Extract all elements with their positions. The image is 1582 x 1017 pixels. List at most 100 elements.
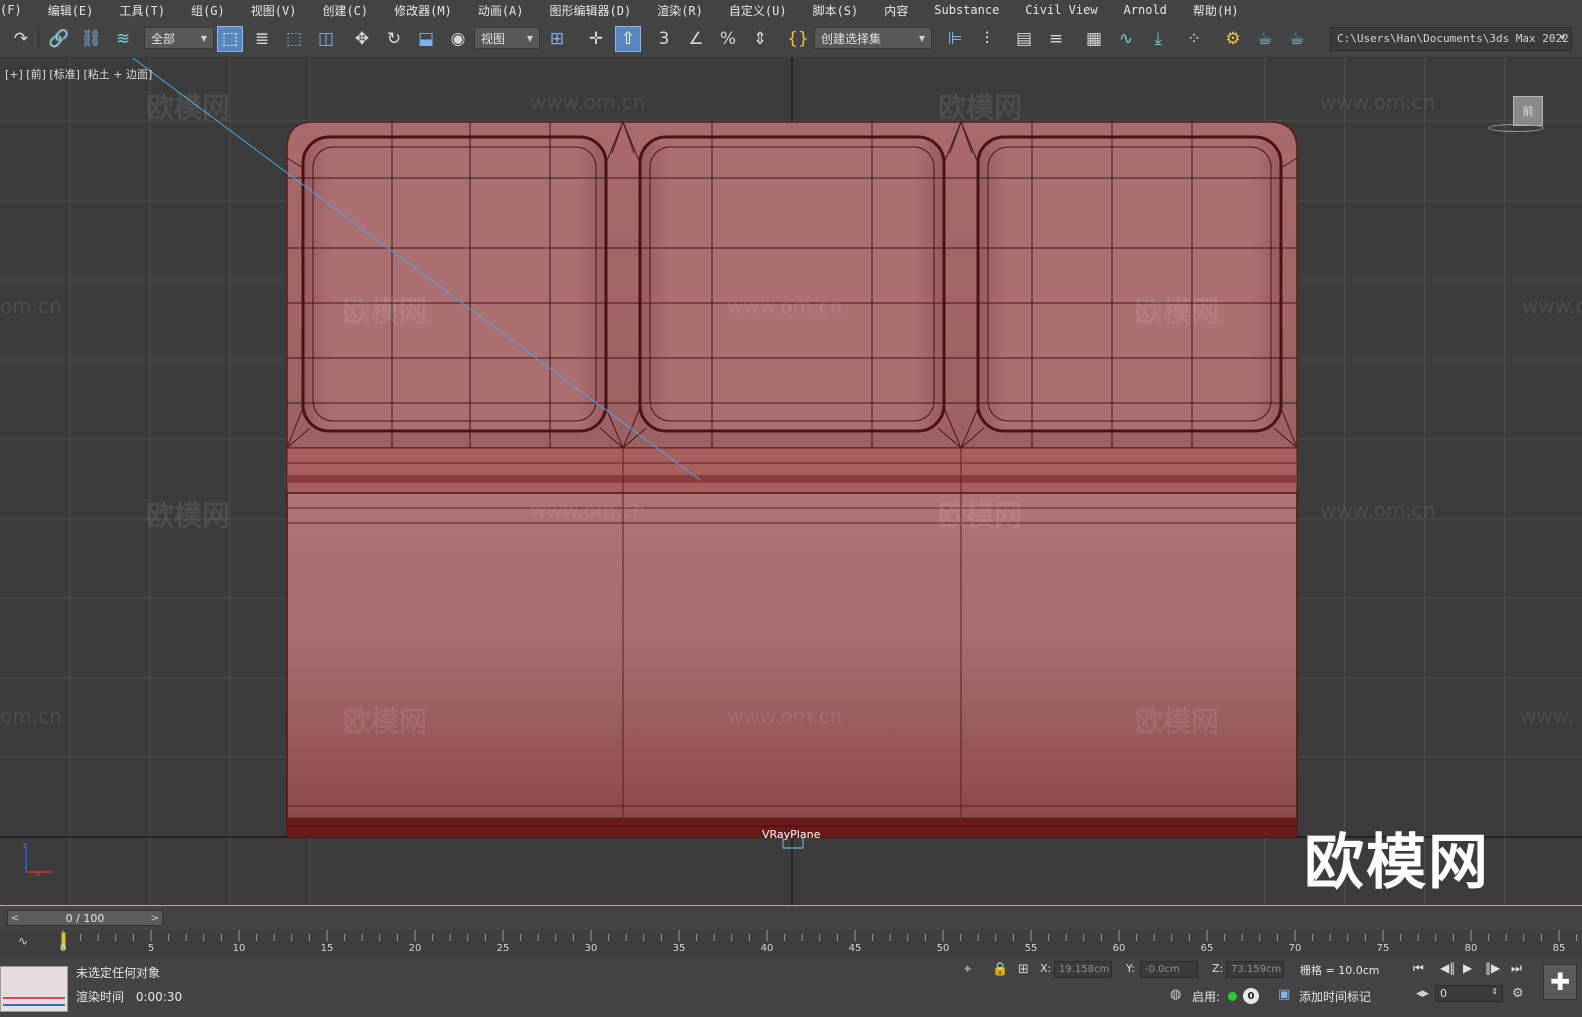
viewcube-compass-ring[interactable] [1488, 124, 1544, 132]
scale-icon[interactable]: ⬓ [413, 26, 439, 52]
named-selection-dropdown[interactable]: 创建选择集 ▼ [814, 27, 932, 49]
project-path-text: C:\Users\Han\Documents\3ds Max 2022 [1337, 32, 1569, 45]
z-coordinate-field[interactable]: 73.159cm [1226, 961, 1284, 978]
brand-logo: 欧模网 [1304, 828, 1490, 898]
align-icon[interactable]: ⫶ [974, 26, 1000, 52]
menu-item[interactable]: 动画(A) [465, 2, 537, 19]
track-bar[interactable]: ∿ 0 5 10 15 20 25 30 35 40 45 50 55 60 65 70 75 80 85 [0, 930, 1582, 958]
menu-item[interactable]: 创建(C) [309, 2, 381, 19]
viewport-canvas: z x [0, 58, 1582, 905]
frame-display: 0 / 100 [65, 911, 105, 925]
maxscript-listener-thumb[interactable] [0, 966, 68, 1012]
y-coordinate-field[interactable]: -0.0cm [1140, 961, 1198, 978]
x-label: X: [1040, 962, 1052, 975]
previous-frame-icon[interactable]: ◀‖ [1440, 961, 1455, 975]
place-icon[interactable]: ◉ [445, 26, 471, 52]
menu-item[interactable]: 修改器(M) [381, 2, 465, 19]
window-crossing-icon[interactable]: ◫ [313, 26, 339, 52]
go-to-end-icon[interactable]: ⏭ [1511, 961, 1522, 976]
menu-item[interactable]: (F) [0, 3, 35, 17]
snaps-toggle-icon[interactable]: 3 [651, 26, 677, 52]
angle-snap-icon[interactable]: ∠ [683, 26, 709, 52]
front-viewport[interactable]: z x [+] [前] [标准] [粘土 + 边面] 欧模网 www.om.cn… [0, 58, 1582, 906]
redo-icon[interactable]: ↷ [8, 26, 34, 52]
time-slider[interactable]: < 0 / 100 > [7, 910, 163, 926]
menu-item[interactable]: 自定义(U) [716, 2, 800, 19]
timeline-tick-label: 45 [848, 943, 862, 954]
menu-item[interactable]: Arnold [1111, 3, 1180, 17]
menu-item[interactable]: 视图(V) [238, 2, 310, 19]
frame-spinner-icon[interactable]: ◂▸ [1416, 986, 1429, 1001]
go-to-start-icon[interactable]: ⏮ [1413, 961, 1424, 976]
viewport-label[interactable]: [+] [前] [标准] [粘土 + 边面] [5, 66, 152, 82]
chevron-right-icon[interactable]: > [148, 913, 162, 924]
menu-item[interactable]: 工具(T) [106, 2, 178, 19]
absolute-mode-icon[interactable]: ⊞ [1018, 962, 1029, 977]
menu-item[interactable]: 渲染(R) [644, 2, 716, 19]
move-icon[interactable]: ✥ [349, 26, 375, 52]
menu-item[interactable]: 脚本(S) [800, 2, 872, 19]
seat-strip-band [287, 476, 1297, 482]
ribbon-toggle-icon[interactable]: ▦ [1081, 26, 1107, 52]
sofa-cushion-left [301, 135, 608, 433]
chevron-down-icon: ▼ [200, 33, 207, 43]
select-object-icon[interactable]: ⬚ [217, 26, 243, 52]
select-by-name-icon[interactable]: ≣ [249, 26, 275, 52]
menu-item[interactable]: Substance [921, 3, 1012, 17]
timeline-tick-label: 70 [1288, 943, 1302, 954]
time-tag-icon[interactable]: ▣ [1278, 987, 1290, 1002]
vrayplane-label: VRayPlane [762, 828, 821, 841]
material-editor-icon[interactable]: ⁘ [1181, 26, 1207, 52]
keyboard-shortcut-override-icon[interactable]: ⇧ [615, 26, 641, 52]
bind-space-warp-icon[interactable]: ≋ [110, 26, 136, 52]
enable-count-badge[interactable]: 0 [1243, 988, 1259, 1004]
sofa-cushion-right [976, 135, 1283, 433]
timeline-tick-label: 10 [232, 943, 246, 954]
edit-named-selection-icon[interactable]: {} [785, 26, 811, 52]
percent-snap-icon[interactable]: % [715, 26, 741, 52]
add-time-tag[interactable]: 添加时间标记 [1299, 988, 1371, 1005]
sofa-seat-strip [286, 447, 1298, 494]
unlink-icon[interactable]: ⛓ [78, 26, 104, 52]
pivot-center-icon[interactable]: ⊞ [544, 26, 570, 52]
scene-explorer-icon[interactable]: ▤ [1011, 26, 1037, 52]
rectangle-selection-icon[interactable]: ⬚ [281, 26, 307, 52]
chevron-left-icon[interactable]: < [8, 913, 22, 924]
menu-item[interactable]: 图形编辑器(D) [537, 2, 645, 19]
menu-item[interactable]: 内容 [871, 2, 921, 19]
selection-lock-icon[interactable]: 🔒 [992, 962, 1008, 977]
play-icon[interactable]: ▶ [1463, 961, 1472, 975]
rotate-icon[interactable]: ↻ [381, 26, 407, 52]
spinner-snap-icon[interactable]: ⇕ [747, 26, 773, 52]
reference-coordinate-dropdown[interactable]: 视图 ▼ [474, 27, 540, 49]
menu-item[interactable]: 编辑(E) [35, 2, 107, 19]
selection-filter-dropdown[interactable]: 全部 ▼ [144, 27, 214, 49]
curve-editor-icon[interactable]: ∿ [1113, 26, 1139, 52]
x-coordinate-field[interactable]: 19.158cm [1054, 961, 1112, 978]
menu-item[interactable]: 帮助(H) [1180, 2, 1252, 19]
project-path-field[interactable]: C:\Users\Han\Documents\3ds Max 2022 ▼ [1330, 27, 1572, 51]
viewcube[interactable]: 前 [1513, 96, 1543, 126]
render-setup-icon[interactable]: ⚙ [1220, 26, 1246, 52]
current-frame-field[interactable]: 0 ⇕ [1435, 985, 1503, 1002]
link-icon[interactable]: 🔗 [46, 26, 72, 52]
menu-item[interactable]: Civil View [1012, 3, 1110, 17]
mirror-icon[interactable]: ⊫ [942, 26, 968, 52]
render-frame-window-icon[interactable]: ☕ [1252, 26, 1278, 52]
adaptive-degradation-icon[interactable]: ◍ [1170, 987, 1181, 1002]
select-manipulate-icon[interactable]: ✛ [583, 26, 609, 52]
timeline-tick-label: 35 [672, 943, 686, 954]
render-time-label: 渲染时间 0:00:30 [76, 988, 182, 1005]
timeline-tick-label: 40 [760, 943, 774, 954]
schematic-view-icon[interactable]: ⤓ [1145, 26, 1171, 52]
layer-explorer-icon[interactable]: ≡ [1043, 26, 1069, 52]
sofa-base [286, 492, 1298, 838]
chevron-down-icon: ▼ [526, 33, 533, 43]
render-production-icon[interactable]: ☕ [1284, 26, 1310, 52]
time-slider-bar: < 0 / 100 > [0, 906, 1582, 930]
add-button[interactable]: ✚ [1543, 964, 1577, 1000]
time-configuration-icon[interactable]: ⚙ [1512, 986, 1524, 1001]
isolate-selection-icon[interactable]: ⌖ [964, 962, 971, 977]
menu-item[interactable]: 组(G) [178, 2, 238, 19]
next-frame-icon[interactable]: ‖▶ [1485, 961, 1500, 975]
